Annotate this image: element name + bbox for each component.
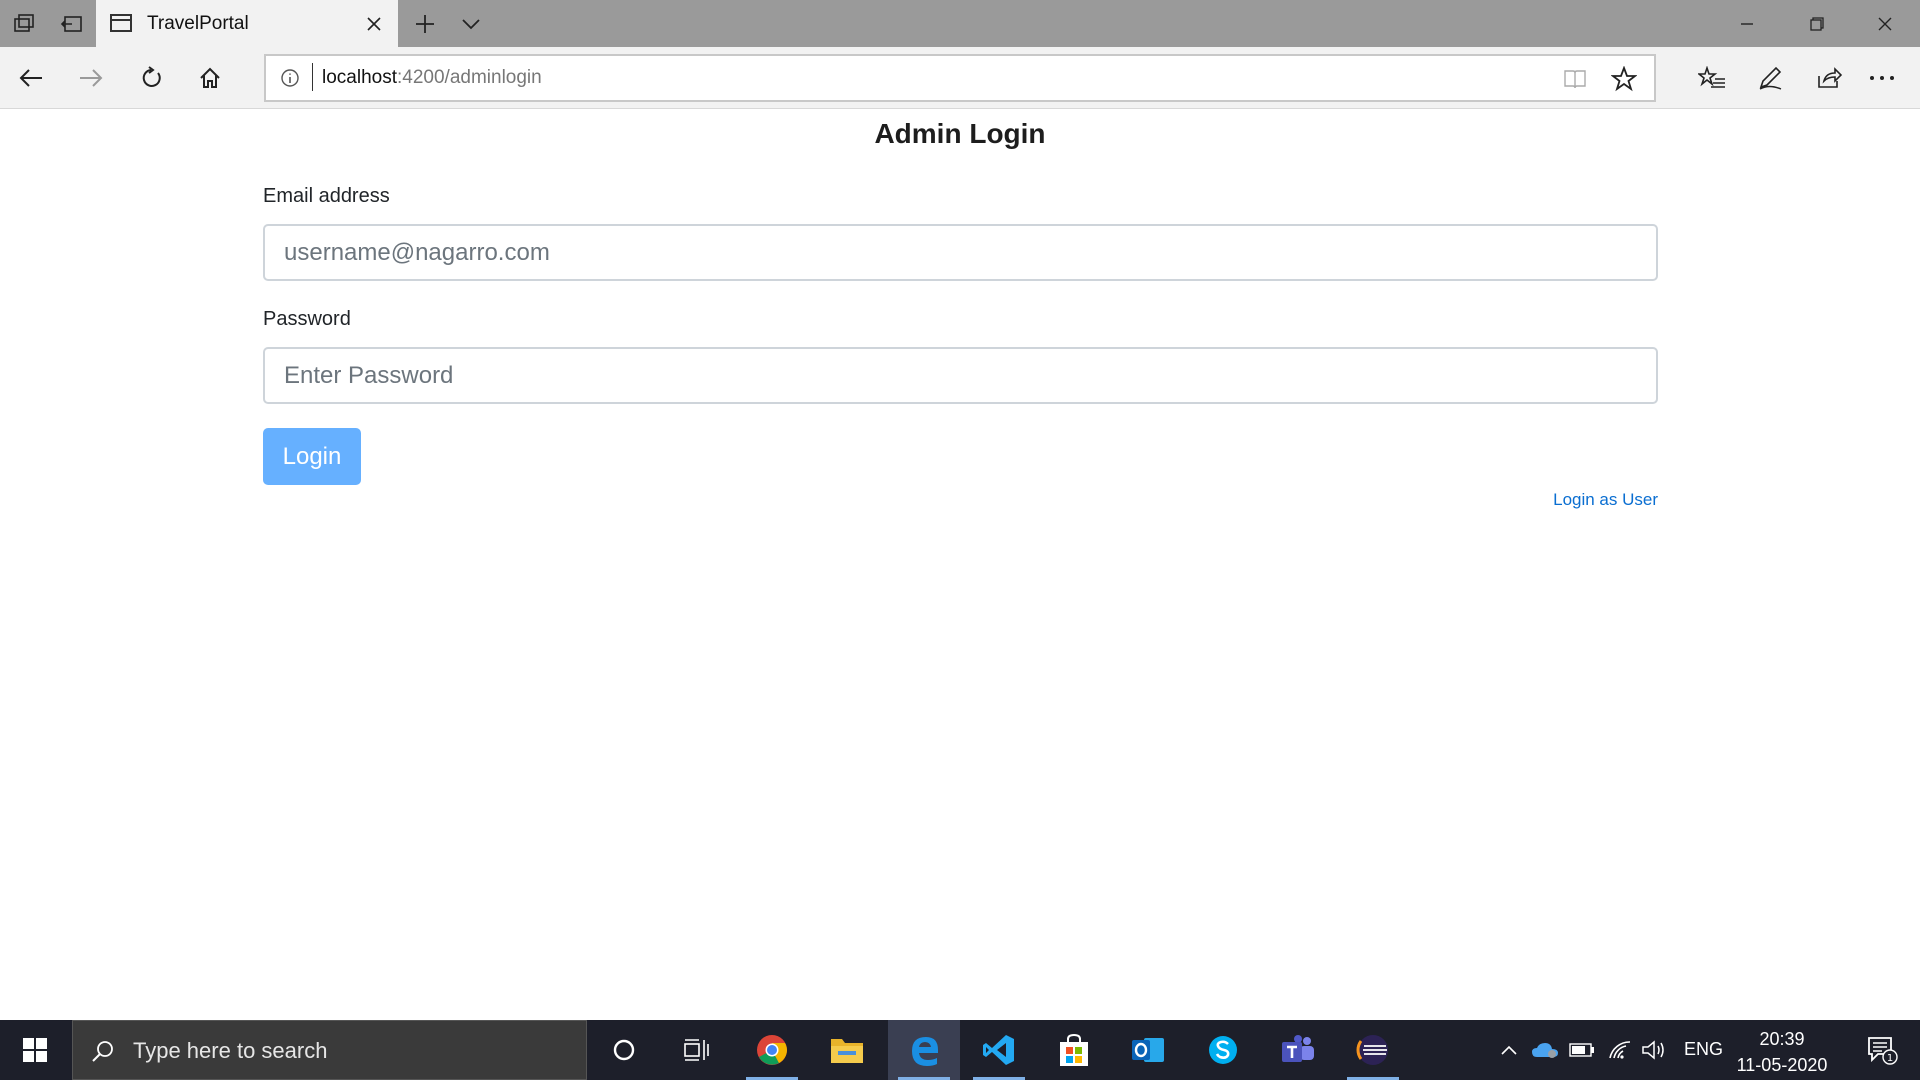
page-content: Admin Login Email address Password Login… (0, 110, 1920, 1020)
onedrive-icon[interactable] (1530, 1020, 1560, 1080)
clock-date: 11-05-2020 (1736, 1055, 1828, 1075)
task-view-icon[interactable] (660, 1020, 732, 1080)
login-button[interactable]: Login (263, 428, 361, 485)
taskbar-search-box[interactable]: Type here to search (72, 1020, 587, 1080)
set-aside-tabs-icon[interactable] (48, 0, 96, 47)
tab-title: TravelPortal (147, 13, 249, 34)
url-path: :4200/adminlogin (397, 67, 542, 88)
login-as-user-link[interactable]: Login as User (1553, 490, 1658, 510)
language-indicator[interactable]: ENG (1684, 1039, 1723, 1060)
teams-icon[interactable] (1262, 1020, 1334, 1080)
notification-count: 1 (1887, 1053, 1893, 1064)
favorites-list-icon[interactable] (1688, 55, 1736, 101)
navigation-bar: localhost:4200/adminlogin (0, 47, 1920, 109)
chevron-up-icon[interactable] (1497, 1020, 1521, 1080)
favorite-star-icon[interactable] (1610, 65, 1638, 93)
email-field[interactable] (263, 224, 1658, 281)
pen-icon[interactable] (1746, 55, 1794, 101)
battery-icon[interactable] (1568, 1020, 1596, 1080)
more-options-icon[interactable] (1858, 55, 1906, 101)
refresh-icon[interactable] (127, 55, 175, 101)
chevron-down-icon[interactable] (450, 0, 492, 47)
system-clock[interactable]: 20:39 11-05-2020 (1720, 1026, 1844, 1078)
skype-icon[interactable] (1187, 1020, 1259, 1080)
site-info-icon[interactable] (278, 66, 302, 90)
restore-icon[interactable] (1782, 0, 1852, 47)
browser-window: TravelPortal localhost:4200/adminlogin A… (0, 0, 1920, 1080)
home-icon[interactable] (186, 55, 234, 101)
url-host: localhost (322, 67, 397, 88)
clock-time: 20:39 (1759, 1029, 1805, 1049)
share-icon[interactable] (1805, 55, 1853, 101)
search-placeholder: Type here to search (133, 1038, 328, 1063)
tab-travelportal[interactable]: TravelPortal (96, 0, 398, 48)
page-icon (110, 14, 132, 32)
minimize-icon[interactable] (1712, 0, 1782, 47)
password-label: Password (263, 308, 351, 330)
url-text[interactable]: localhost:4200/adminlogin (312, 63, 542, 91)
microsoft-store-icon[interactable] (1038, 1020, 1110, 1080)
taskbar: Type here to search ENG 20:39 11-05-2020… (0, 1020, 1920, 1080)
notification-center-icon[interactable]: 1 (1852, 1020, 1912, 1080)
windows-start-icon[interactable] (0, 1020, 70, 1080)
email-label: Email address (263, 185, 390, 207)
file-explorer-icon[interactable] (811, 1020, 883, 1080)
volume-icon[interactable] (1640, 1020, 1668, 1080)
forward-arrow-icon[interactable] (67, 55, 115, 101)
vscode-icon[interactable] (963, 1020, 1035, 1080)
password-field[interactable] (263, 347, 1658, 404)
chrome-icon[interactable] (736, 1020, 808, 1080)
tab-preview-icon[interactable] (0, 0, 48, 47)
wifi-icon[interactable] (1606, 1020, 1634, 1080)
search-icon (89, 1037, 117, 1065)
close-tab-icon[interactable] (360, 10, 388, 38)
page-title: Admin Login (874, 118, 1046, 149)
eclipse-icon[interactable] (1337, 1020, 1409, 1080)
new-tab-icon[interactable] (404, 0, 446, 47)
tab-strip: TravelPortal (0, 0, 1920, 48)
edge-icon[interactable] (888, 1020, 960, 1080)
address-bar[interactable]: localhost:4200/adminlogin (264, 54, 1656, 102)
outlook-icon[interactable] (1112, 1020, 1184, 1080)
back-arrow-icon[interactable] (7, 55, 55, 101)
cortana-icon[interactable] (588, 1020, 660, 1080)
close-window-icon[interactable] (1850, 0, 1920, 47)
reading-view-icon[interactable] (1562, 66, 1588, 92)
